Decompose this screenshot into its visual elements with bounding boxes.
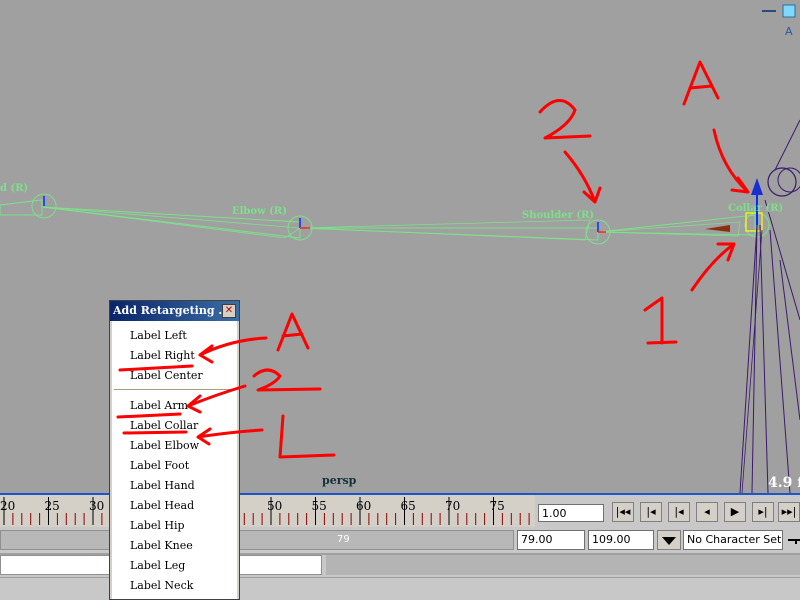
menu-item-label-foot[interactable]: Label Foot bbox=[130, 459, 189, 472]
menu-item-label-elbow[interactable]: Label Elbow bbox=[130, 439, 199, 452]
range-end-marker[interactable]: 79 bbox=[337, 534, 350, 545]
popup-menu: Label Left Label Right Label Center Labe… bbox=[112, 321, 237, 599]
ruler-tick-label: 70 bbox=[445, 499, 460, 513]
ruler-tick-label: 65 bbox=[401, 499, 416, 513]
menu-item-label-knee[interactable]: Label Knee bbox=[130, 539, 193, 552]
menu-item-label-hand[interactable]: Label Hand bbox=[130, 479, 195, 492]
range-menu-button[interactable] bbox=[657, 530, 681, 550]
popup-title[interactable]: Add Retargeting ... bbox=[110, 301, 239, 321]
key-icon[interactable] bbox=[786, 532, 800, 548]
ruler-tick-label: 60 bbox=[356, 499, 371, 513]
ruler-tick-label: 20 bbox=[0, 499, 15, 513]
camera-label: persp bbox=[322, 474, 357, 487]
menu-item-label-neck[interactable]: Label Neck bbox=[130, 579, 193, 592]
range-start-field[interactable]: 79.00 bbox=[517, 530, 585, 550]
step-back-frame-button[interactable]: |◂ bbox=[668, 502, 690, 522]
view-cube-icon[interactable] bbox=[782, 4, 796, 18]
close-icon[interactable]: ✕ bbox=[222, 304, 236, 318]
ruler-tick-label: 75 bbox=[490, 499, 505, 513]
play-forward-button[interactable]: ▶ bbox=[724, 502, 746, 522]
ruler-tick-label: 30 bbox=[89, 499, 104, 513]
menu-item-label-head[interactable]: Label Head bbox=[130, 499, 194, 512]
menu-divider bbox=[114, 389, 235, 390]
corner-label: A bbox=[785, 25, 793, 38]
range-end-field[interactable]: 109.00 bbox=[588, 530, 654, 550]
ruler-tick-label: 50 bbox=[267, 499, 282, 513]
ruler-tick-label: 55 bbox=[312, 499, 327, 513]
add-retargeting-popup[interactable]: Add Retargeting ... ✕ Label Left Label R… bbox=[109, 300, 240, 600]
step-back-key-button[interactable]: |◂ bbox=[640, 502, 662, 522]
joint-label-elbow: Elbow (R) bbox=[232, 206, 287, 217]
ruler-tick-label: 25 bbox=[45, 499, 60, 513]
go-to-start-button[interactable]: |◂◂ bbox=[612, 502, 634, 522]
menu-item-label-center[interactable]: Label Center bbox=[130, 369, 203, 382]
go-to-end-button[interactable]: ▸▸| bbox=[778, 502, 800, 522]
menu-item-label-collar[interactable]: Label Collar bbox=[130, 419, 198, 432]
menu-item-label-leg[interactable]: Label Leg bbox=[130, 559, 185, 572]
step-forward-button[interactable]: ▸| bbox=[752, 502, 774, 522]
menu-item-label-right[interactable]: Label Right bbox=[130, 349, 195, 362]
joint-label-shoulder: Shoulder (R) bbox=[522, 210, 594, 221]
time-ruler[interactable]: 202530354045505560657075 bbox=[0, 495, 535, 527]
joint-label-hand: d (R) bbox=[0, 183, 28, 194]
command-result bbox=[326, 555, 800, 575]
joint-label-collar: Collar (R) bbox=[728, 203, 783, 214]
play-backward-button[interactable]: ◂ bbox=[696, 502, 718, 522]
ruler-ticks: 202530354045505560657075 bbox=[0, 497, 530, 525]
menu-item-label-left[interactable]: Label Left bbox=[130, 329, 187, 342]
chevron-down-icon bbox=[662, 537, 676, 545]
menu-item-label-hip[interactable]: Label Hip bbox=[130, 519, 185, 532]
current-time-field[interactable]: 1.00 bbox=[538, 504, 604, 522]
menu-item-label-arm[interactable]: Label Arm bbox=[130, 399, 188, 412]
fps-readout: 4.9 f bbox=[768, 475, 800, 491]
character-set-field[interactable]: No Character Set bbox=[683, 530, 783, 550]
range-slider[interactable]: 79 bbox=[0, 530, 514, 550]
